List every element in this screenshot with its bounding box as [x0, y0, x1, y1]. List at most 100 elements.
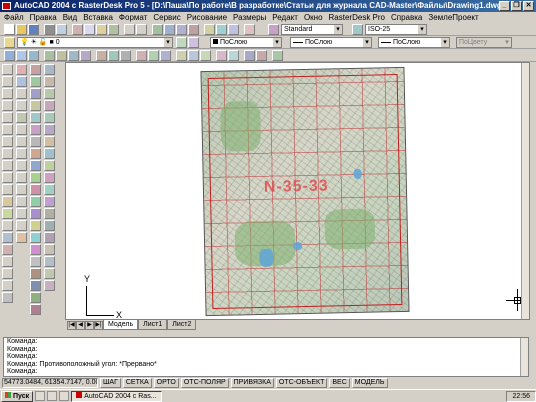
tab-nav-next[interactable]: ▶ [85, 321, 94, 330]
raster-tool-6-icon[interactable] [30, 124, 41, 135]
raster-tool-1-icon[interactable] [30, 64, 41, 75]
menu-tools[interactable]: Сервис [153, 12, 180, 23]
menu-window[interactable]: Окно [304, 12, 323, 23]
raster-tool-24-icon[interactable] [44, 88, 55, 99]
rotate-icon[interactable] [16, 136, 27, 147]
raster-tool-4-icon[interactable] [30, 100, 41, 111]
menu-format[interactable]: Формат [119, 12, 147, 23]
mtext-icon[interactable] [2, 280, 13, 291]
save-icon[interactable] [28, 24, 39, 35]
raster-tool-20-icon[interactable] [30, 292, 41, 303]
raster-correct-icon[interactable] [56, 50, 67, 61]
raster-tool-34-icon[interactable] [44, 208, 55, 219]
raster-tool-22-icon[interactable] [44, 64, 55, 75]
raster-tool-5-icon[interactable] [30, 112, 41, 123]
explode-icon[interactable] [16, 232, 27, 243]
extend-icon[interactable] [16, 184, 27, 195]
xline-icon[interactable] [2, 76, 13, 87]
lineweight-button[interactable]: ВЕС [329, 378, 350, 388]
raster-tool-36-icon[interactable] [44, 232, 55, 243]
raster-tool-37-icon[interactable] [44, 244, 55, 255]
arc-icon[interactable] [2, 124, 13, 135]
raster-tool-12-icon[interactable] [30, 196, 41, 207]
open-file-icon[interactable] [16, 24, 27, 35]
raster-convert-icon[interactable] [200, 50, 211, 61]
line-icon[interactable] [2, 64, 13, 75]
raster-tool-23-icon[interactable] [44, 76, 55, 87]
taskbar-autocad-task[interactable]: AutoCAD 2004 с Ras... [71, 390, 162, 402]
raster-tool-14-icon[interactable] [30, 220, 41, 231]
raster-fill-icon[interactable] [120, 50, 131, 61]
lineweight-select[interactable]: ПоСлою [378, 37, 450, 48]
raster-close-icon[interactable] [28, 50, 39, 61]
command-scrollbar[interactable] [520, 338, 528, 376]
menu-draw[interactable]: Рисование [187, 12, 227, 23]
dim-style-select[interactable]: ISO-25 [365, 24, 427, 35]
linetype-select[interactable]: ПоСлою [290, 37, 372, 48]
raster-tool-17-icon[interactable] [30, 256, 41, 267]
paste-icon[interactable] [96, 24, 107, 35]
spline-icon[interactable] [2, 160, 13, 171]
raster-tool-27-icon[interactable] [44, 124, 55, 135]
move-icon[interactable] [16, 124, 27, 135]
raster-trace-icon[interactable] [188, 50, 199, 61]
undo-icon[interactable] [124, 24, 135, 35]
menu-modify[interactable]: Редакт [272, 12, 298, 23]
cut-icon[interactable] [72, 24, 83, 35]
raster-layers-icon[interactable] [216, 50, 227, 61]
raster-tool-26-icon[interactable] [44, 112, 55, 123]
raster-calibrate-icon[interactable] [44, 50, 55, 61]
drawing-area[interactable]: N-35-33 Y X [65, 62, 530, 320]
properties-icon[interactable] [204, 24, 215, 35]
zoom-realtime-icon[interactable] [164, 24, 175, 35]
copy-object-icon[interactable] [16, 76, 27, 87]
menu-edit[interactable]: Правка [30, 12, 57, 23]
layer-select[interactable]: 💡 ☀ 🔓 ■ 0 [17, 37, 173, 48]
raster-tool-18-icon[interactable] [30, 268, 41, 279]
dim-style-icon[interactable] [352, 24, 363, 35]
model-button[interactable]: МОДЕЛЬ [351, 378, 388, 388]
fillet-icon[interactable] [16, 220, 27, 231]
command-line-window[interactable]: Команда: Команда: Команда: Команда: Прот… [3, 337, 529, 377]
menu-zemleproekt[interactable]: ЗемлеПроект [428, 12, 478, 23]
quicklaunch-browser-icon[interactable] [47, 391, 58, 401]
chamfer-icon[interactable] [16, 208, 27, 219]
raster-tool-31-icon[interactable] [44, 172, 55, 183]
raster-insert-icon[interactable] [4, 50, 15, 61]
table-icon[interactable] [2, 268, 13, 279]
raster-tool-25-icon[interactable] [44, 100, 55, 111]
raster-tool-15-icon[interactable] [30, 232, 41, 243]
raster-tool-40-icon[interactable] [44, 280, 55, 291]
raster-tool-2-icon[interactable] [30, 76, 41, 87]
raster-tool-28-icon[interactable] [44, 136, 55, 147]
quicklaunch-app-icon[interactable] [59, 391, 70, 401]
raster-despeckle-icon[interactable] [148, 50, 159, 61]
polar-button[interactable]: ОТС-ПОЛЯР [180, 378, 229, 388]
raster-tool-7-icon[interactable] [30, 136, 41, 147]
quicklaunch-desktop-icon[interactable] [35, 391, 46, 401]
design-center-icon[interactable] [216, 24, 227, 35]
raster-transparency-icon[interactable] [228, 50, 239, 61]
raster-crop-icon[interactable] [68, 50, 79, 61]
trim-icon[interactable] [16, 172, 27, 183]
raster-tool-8-icon[interactable] [30, 148, 41, 159]
raster-tool-19-icon[interactable] [30, 280, 41, 291]
zoom-previous-icon[interactable] [188, 24, 199, 35]
ellipse-icon[interactable] [2, 172, 13, 183]
zoom-window-icon[interactable] [176, 24, 187, 35]
text-style-icon[interactable] [268, 24, 279, 35]
cloud-icon[interactable] [2, 148, 13, 159]
match-properties-icon[interactable] [108, 24, 119, 35]
otrack-button[interactable]: ОТС-ОБЪЕКТ [275, 378, 328, 388]
preview-icon[interactable] [56, 24, 67, 35]
tab-model[interactable]: Модель [103, 320, 139, 330]
layer-manager-icon[interactable] [4, 37, 15, 48]
polyline-icon[interactable] [2, 88, 13, 99]
tab-sheet1[interactable]: Лист1 [138, 320, 168, 330]
tool-palettes-icon[interactable] [228, 24, 239, 35]
menu-help[interactable]: Справка [391, 12, 422, 23]
menu-insert[interactable]: Вставка [83, 12, 113, 23]
close-button[interactable]: ✕ [523, 1, 534, 11]
offset-icon[interactable] [16, 100, 27, 111]
tab-nav-prev[interactable]: ◀ [76, 321, 85, 330]
